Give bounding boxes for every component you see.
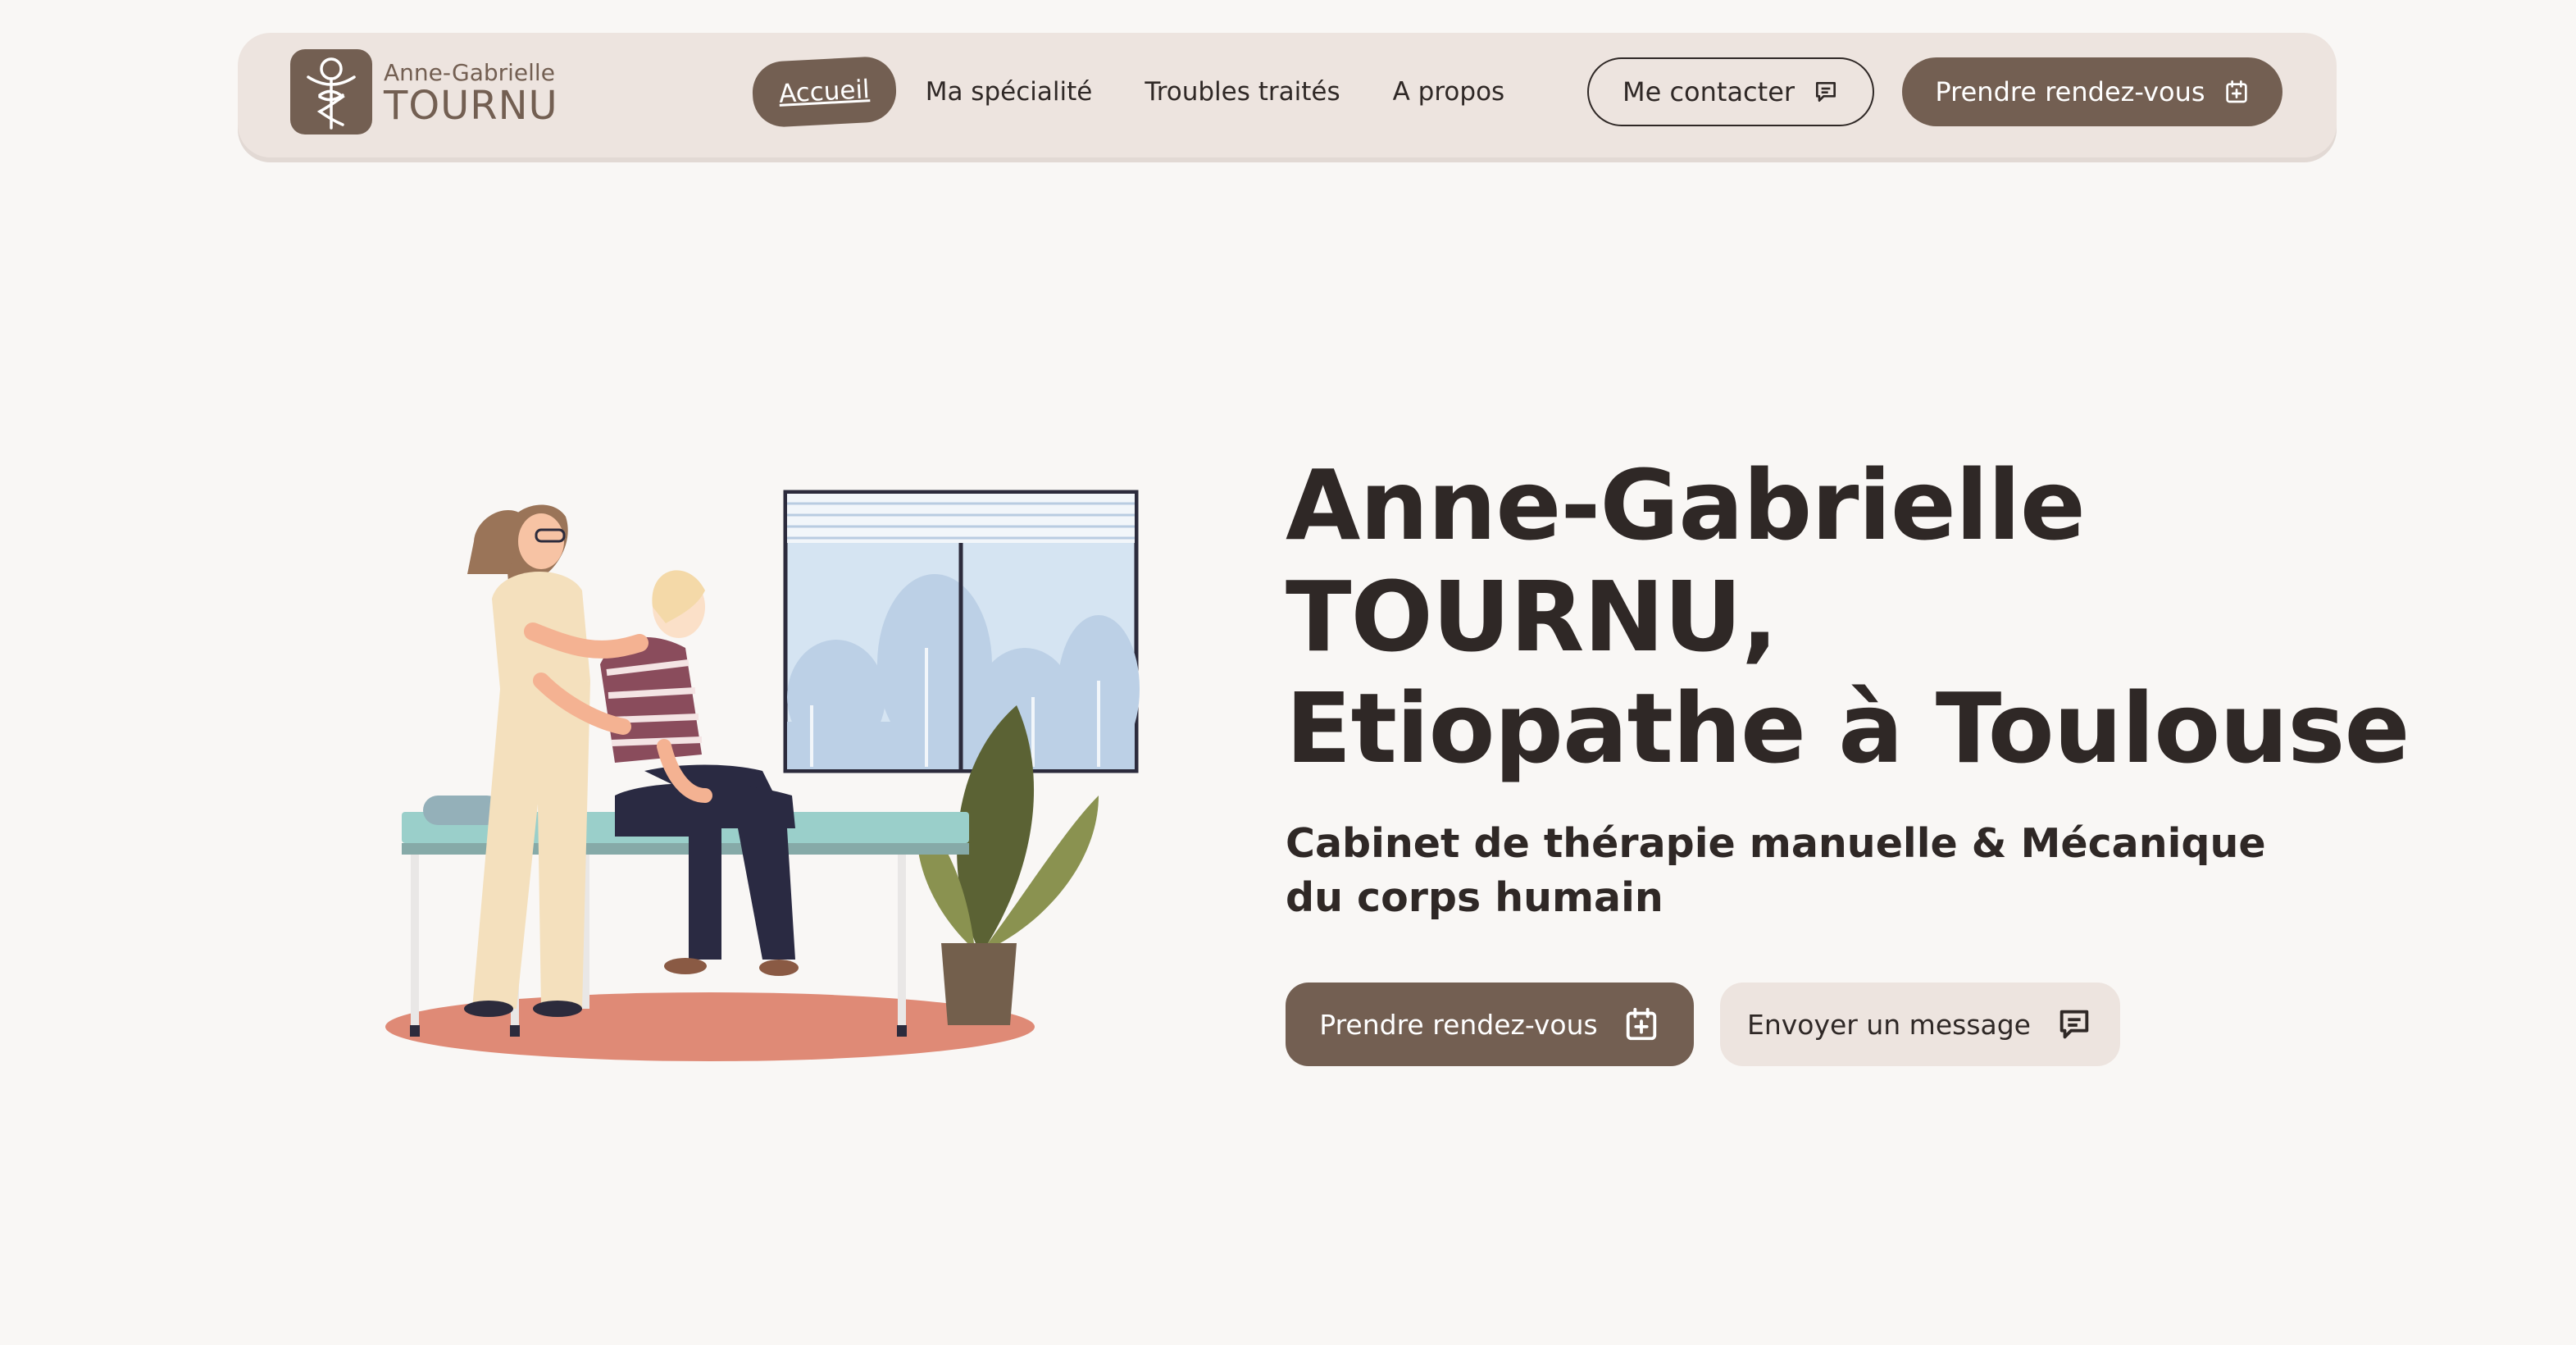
navbar: Anne-Gabrielle TOURNU Accueil Ma spécial… xyxy=(238,33,2337,157)
hero-title-line-2: TOURNU, xyxy=(1286,560,1778,673)
message-icon xyxy=(1813,79,1839,105)
nav-item-a-propos[interactable]: A propos xyxy=(1393,77,1505,107)
hero-title: Anne-Gabrielle TOURNU, Etiopathe à Toulo… xyxy=(1286,449,2410,785)
hero-title-line-3: Etiopathe à Toulouse xyxy=(1286,672,2410,785)
logo-first-name: Anne-Gabrielle xyxy=(384,59,555,86)
appointment-button-label: Prendre rendez-vous xyxy=(1935,76,2205,107)
hero-subtitle: Cabinet de thérapie manuelle & Mécanique… xyxy=(1286,820,2266,921)
hero-illustration xyxy=(377,484,1148,1078)
hero-message-label: Envoyer un message xyxy=(1746,1008,2031,1041)
calendar-plus-icon xyxy=(2223,79,2250,105)
contact-button[interactable]: Me contacter xyxy=(1587,57,1874,126)
nav-item-ma-specialite[interactable]: Ma spécialité xyxy=(926,77,1093,107)
logo-text: Anne-Gabrielle TOURNU xyxy=(384,57,558,129)
logo[interactable]: Anne-Gabrielle TOURNU xyxy=(290,49,558,134)
hero-appointment-label: Prendre rendez-vous xyxy=(1319,1008,1598,1041)
contact-button-label: Me contacter xyxy=(1622,76,1795,107)
main-nav: Accueil Ma spécialité Troubles traités A… xyxy=(751,55,1557,129)
message-icon xyxy=(2055,1005,2093,1043)
nav-item-accueil[interactable]: Accueil xyxy=(751,55,898,129)
appointment-button[interactable]: Prendre rendez-vous xyxy=(1902,57,2282,126)
caduceus-logo-icon xyxy=(290,49,372,134)
hero-appointment-button[interactable]: Prendre rendez-vous xyxy=(1286,983,1694,1066)
logo-last-name: TOURNU xyxy=(384,83,558,129)
nav-item-troubles-traites[interactable]: Troubles traités xyxy=(1145,77,1340,107)
calendar-plus-icon xyxy=(1623,1005,1660,1043)
hero-title-line-1: Anne-Gabrielle xyxy=(1286,449,2086,562)
hero-message-button[interactable]: Envoyer un message xyxy=(1720,983,2120,1066)
